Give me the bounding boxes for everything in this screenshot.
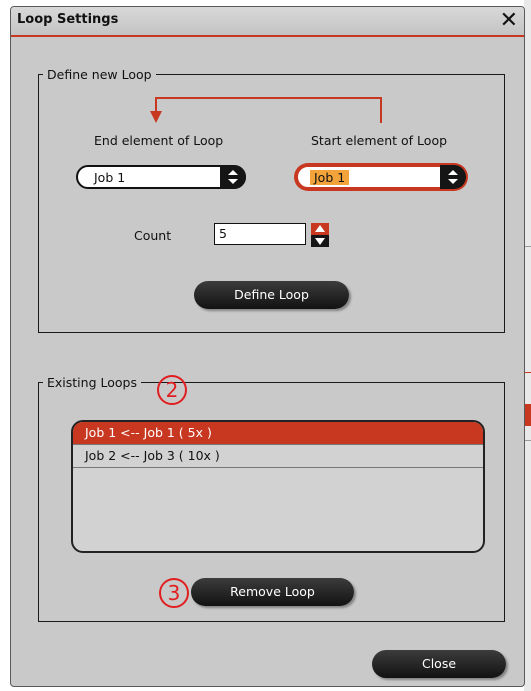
define-group-legend: Define new Loop xyxy=(47,67,152,82)
list-item[interactable]: Job 1 <-- Job 1 ( 5x ) xyxy=(73,422,483,445)
end-select-value: Job 1 xyxy=(94,170,126,185)
existing-group-legend: Existing Loops xyxy=(47,375,137,390)
existing-loops-list[interactable]: Job 1 <-- Job 1 ( 5x ) Job 2 <-- Job 3 (… xyxy=(71,420,485,553)
loop-settings-dialog: Loop Settings ✕ Define new Loop End elem… xyxy=(10,6,525,687)
edge-line xyxy=(524,440,531,441)
count-input[interactable]: 5 xyxy=(214,223,306,245)
callout-3: 3 xyxy=(159,578,189,608)
updown-arrows-icon[interactable] xyxy=(440,165,466,189)
start-select-value: Job 1 xyxy=(310,170,350,185)
end-element-label: End element of Loop xyxy=(94,133,224,148)
count-value: 5 xyxy=(219,226,227,241)
edge-line xyxy=(524,246,531,247)
loop-direction-arrow-icon xyxy=(150,97,382,123)
count-stepper[interactable] xyxy=(311,223,329,247)
list-item[interactable]: Job 2 <-- Job 3 ( 10x ) xyxy=(73,445,483,468)
dialog-title: Loop Settings xyxy=(17,12,119,27)
start-element-select[interactable]: Job 1 xyxy=(296,165,466,189)
stepper-up-icon[interactable] xyxy=(311,223,329,235)
title-bar: Loop Settings ✕ xyxy=(11,7,524,37)
updown-arrows-icon[interactable] xyxy=(220,165,246,189)
close-icon[interactable]: ✕ xyxy=(500,7,518,35)
edge-line xyxy=(524,372,531,373)
define-loop-button[interactable]: Define Loop xyxy=(194,281,349,309)
edge-selection-mark xyxy=(524,404,531,426)
remove-loop-button[interactable]: Remove Loop xyxy=(191,578,354,606)
background-window-edge xyxy=(524,0,531,691)
close-button[interactable]: Close xyxy=(372,650,506,678)
stepper-down-icon[interactable] xyxy=(311,235,329,247)
start-element-label: Start element of Loop xyxy=(311,133,448,148)
end-element-select[interactable]: Job 1 xyxy=(76,165,246,189)
callout-2: 2 xyxy=(157,375,187,405)
count-label: Count xyxy=(134,228,172,243)
